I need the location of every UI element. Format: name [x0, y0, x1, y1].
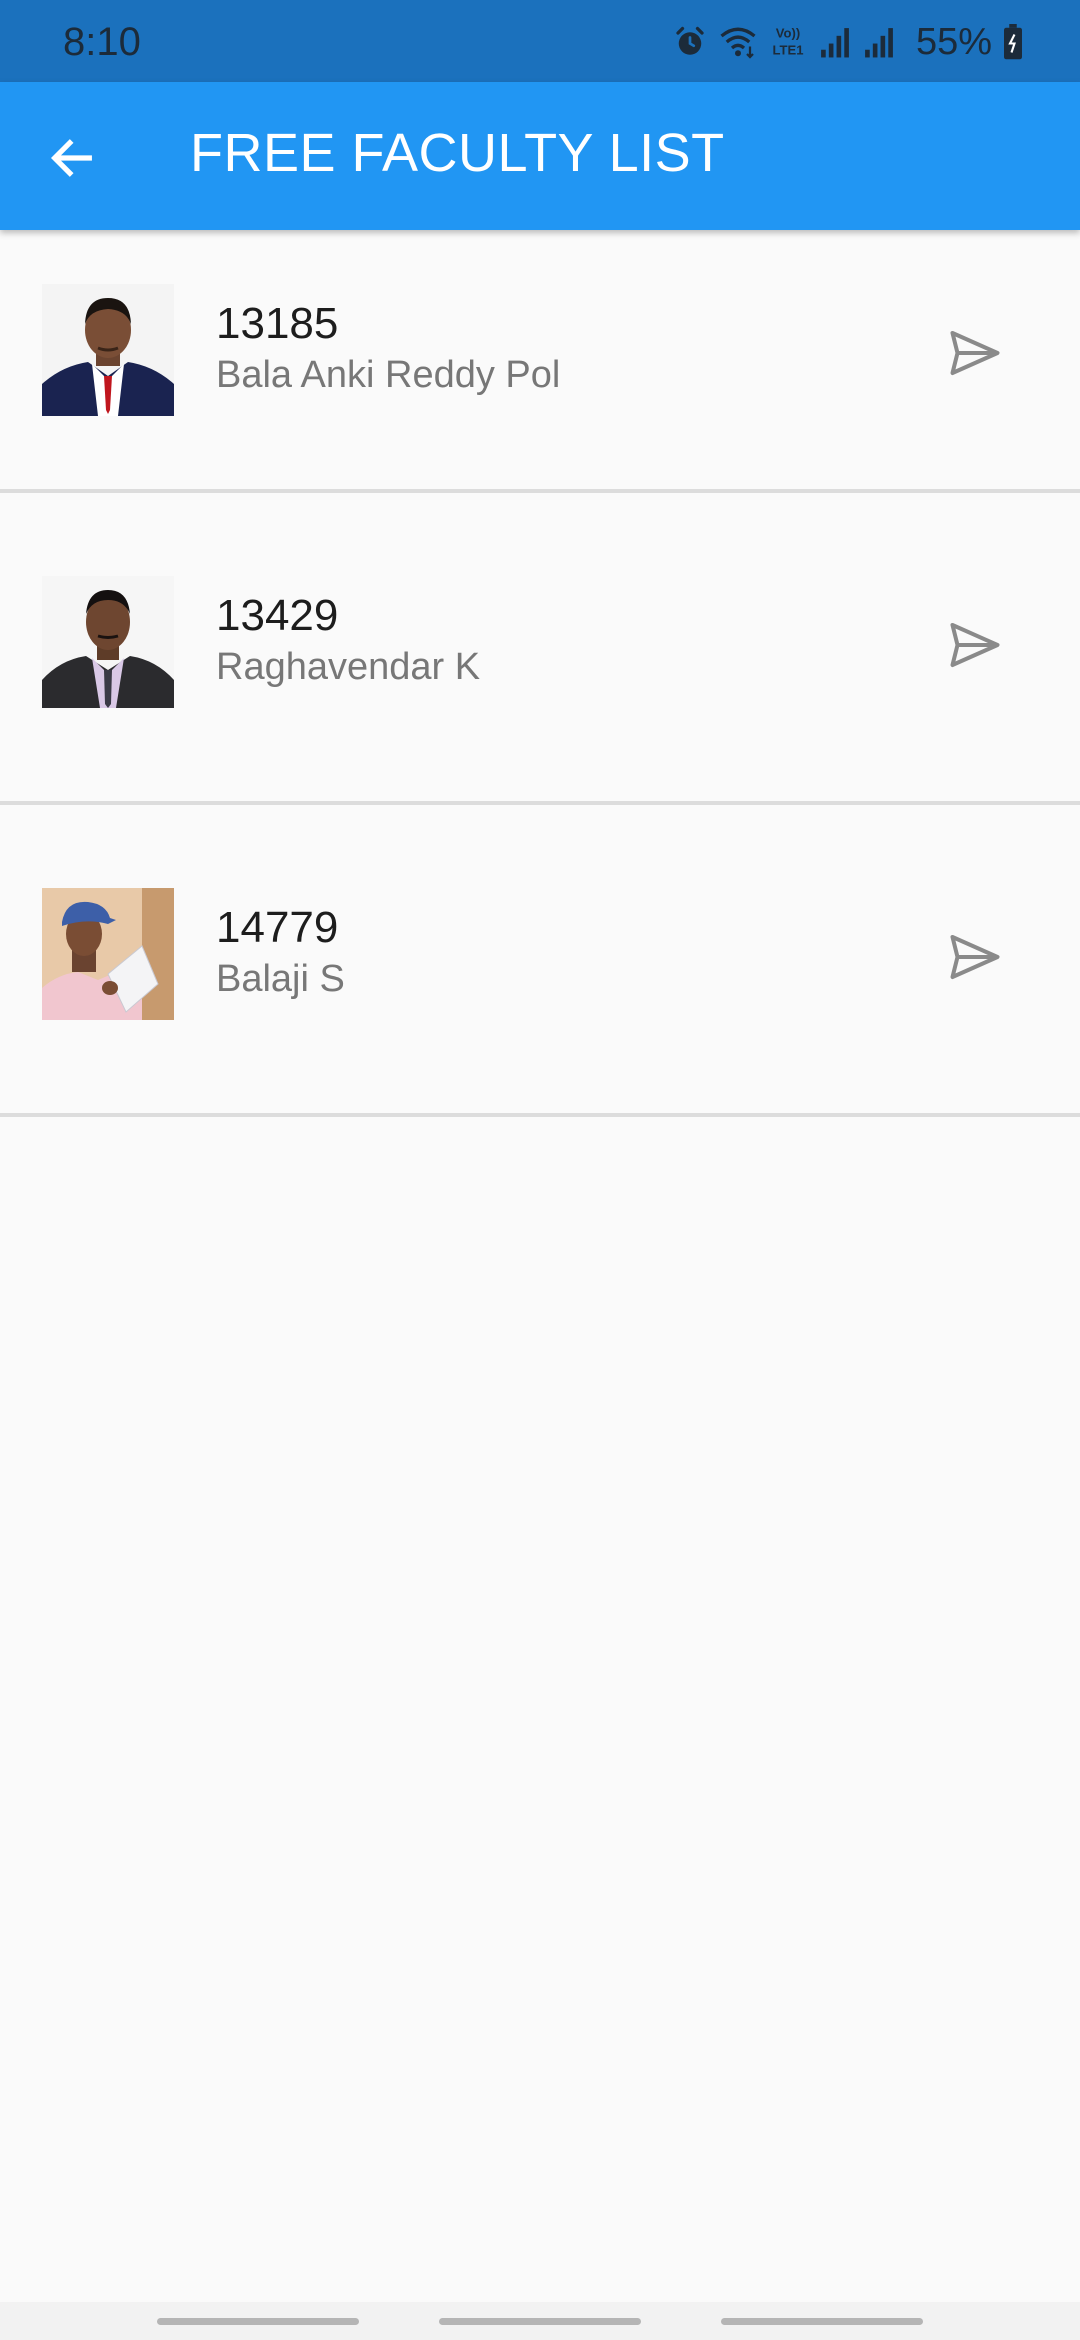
status-time: 8:10: [63, 20, 141, 64]
wifi-icon: [718, 24, 758, 60]
list-item[interactable]: 13429 Raghavendar K: [0, 493, 1080, 805]
item-text: 14779 Balaji S: [216, 902, 345, 1004]
faculty-id: 13429: [216, 591, 339, 640]
back-nav-button[interactable]: [721, 2318, 923, 2325]
battery-percent: 55%: [915, 20, 992, 63]
battery-icon: [1002, 24, 1024, 60]
svg-text:Vo)): Vo)): [776, 25, 800, 40]
alarm-icon: [672, 24, 708, 60]
item-text: 13185 Bala Anki Reddy Pol: [216, 298, 560, 400]
back-button[interactable]: [30, 116, 114, 200]
send-button[interactable]: [930, 308, 1020, 398]
list-item[interactable]: 13185 Bala Anki Reddy Pol: [0, 230, 1080, 493]
recents-button[interactable]: [157, 2318, 359, 2325]
avatar: [42, 576, 174, 708]
send-button[interactable]: [930, 912, 1020, 1002]
page-title: FREE FACULTY LIST: [190, 123, 725, 183]
send-icon: [950, 331, 1000, 375]
send-icon: [950, 623, 1000, 667]
faculty-id: 14779: [216, 903, 339, 952]
avatar: [42, 284, 174, 416]
status-bar: 8:10 Vo)) LTE1 55%: [0, 0, 1080, 82]
home-button[interactable]: [439, 2318, 641, 2325]
navigation-bar: [0, 2302, 1080, 2340]
volte-icon: Vo)) LTE1: [768, 22, 808, 62]
avatar: [42, 888, 174, 1020]
send-icon: [950, 935, 1000, 979]
faculty-list: 13185 Bala Anki Reddy Pol 13429 Raghaven…: [0, 230, 1080, 1117]
faculty-id: 13185: [216, 299, 339, 348]
faculty-name: Raghavendar K: [216, 646, 481, 688]
item-text: 13429 Raghavendar K: [216, 590, 480, 692]
faculty-name: Bala Anki Reddy Pol: [216, 354, 561, 396]
signal-icon: [818, 25, 852, 59]
arrow-left-icon: [50, 139, 92, 177]
signal-icon: [862, 25, 896, 59]
send-button[interactable]: [930, 600, 1020, 690]
faculty-name: Balaji S: [216, 958, 345, 1000]
status-icons: Vo)) LTE1 55%: [672, 18, 1024, 66]
svg-text:LTE1: LTE1: [772, 42, 803, 57]
app-bar: FREE FACULTY LIST: [0, 82, 1080, 230]
list-item[interactable]: 14779 Balaji S: [0, 805, 1080, 1117]
